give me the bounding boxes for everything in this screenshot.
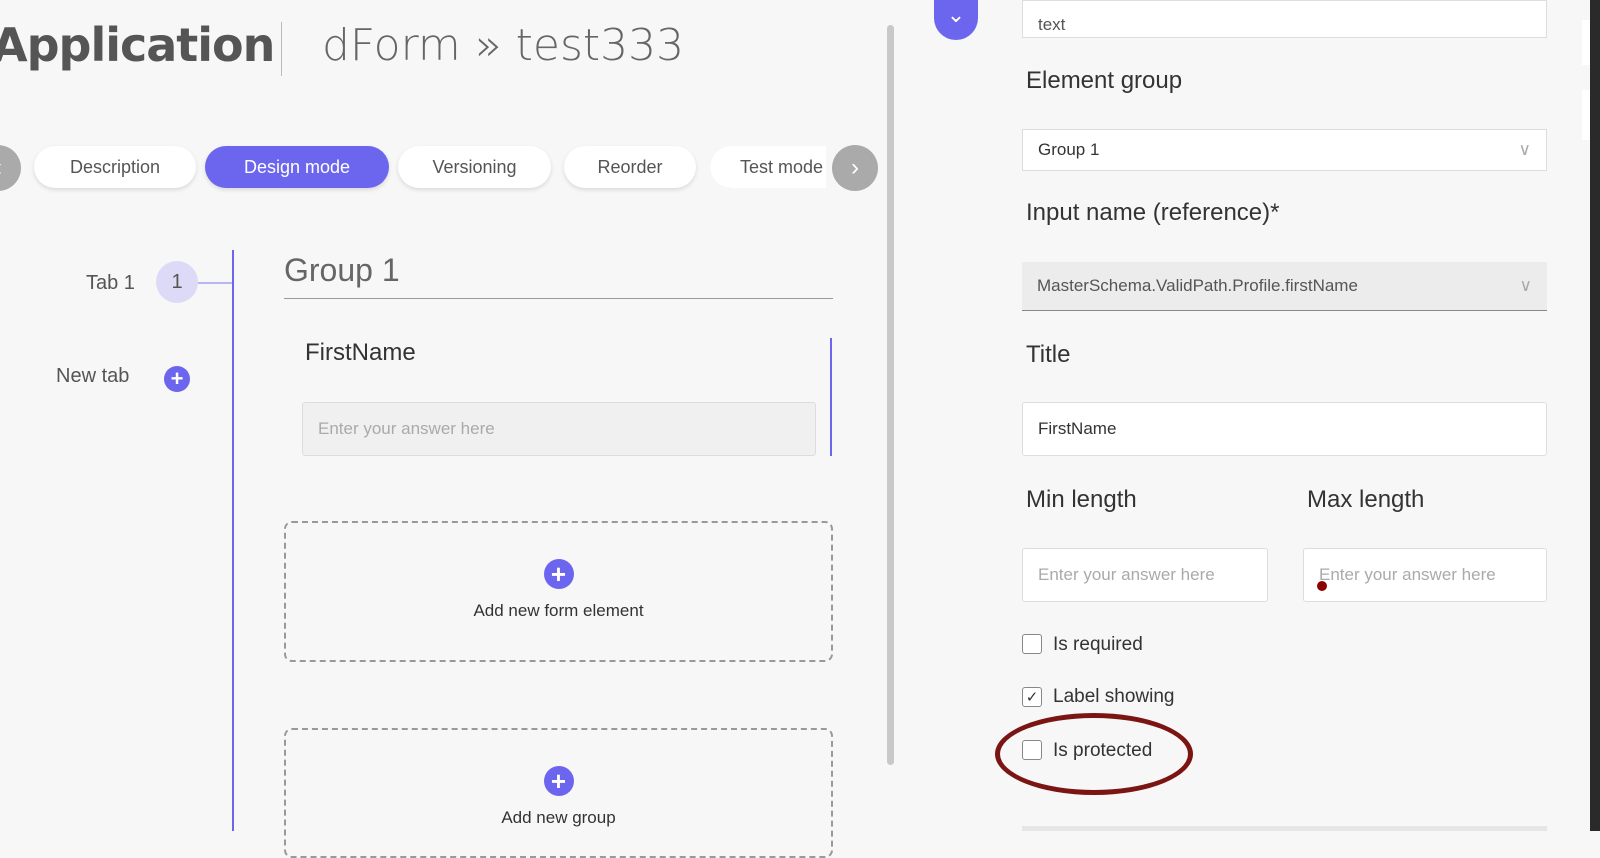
input-name-select[interactable]: MasterSchema.ValidPath.Profile.firstName… [1022,262,1547,311]
label-showing-label: Label showing [1053,686,1175,707]
tab-versioning[interactable]: Versioning [398,146,551,188]
firstname-preview-input[interactable]: Enter your answer here [302,402,816,456]
annotation-dot [1317,581,1327,591]
title-label: Title [1026,341,1071,368]
tab-test-mode[interactable]: Test mode [710,146,826,188]
group-title: Group 1 [284,252,400,288]
placeholder: Enter your answer here [1319,565,1496,584]
breadcrumb: dForm » test333 [322,20,685,71]
chevron-right-icon: › [851,154,859,181]
tabs-prev-button[interactable]: ‹ [0,145,21,191]
checkmark-icon: ✓ [1025,689,1039,706]
plus-icon: + [543,766,574,796]
element-group-label: Element group [1026,67,1183,94]
field-label[interactable]: FirstName [305,339,416,367]
chevron-down-icon: ∨ [1519,276,1532,295]
new-tab-label[interactable]: New tab [56,365,129,388]
annotation-ellipse [995,713,1193,795]
tab-description[interactable]: Description [34,146,196,188]
max-length-label: Max length [1307,486,1425,513]
input-name-label: Input name (reference)* [1026,199,1280,226]
element-group-value: Group 1 [1038,140,1100,159]
group-underline [284,298,833,299]
title-input[interactable]: FirstName [1022,402,1547,456]
is-required-label: Is required [1053,634,1143,655]
min-length-input[interactable]: Enter your answer here [1022,548,1268,602]
tab-design-mode[interactable]: Design mode [205,146,389,188]
add-tab-icon[interactable]: + [164,366,190,392]
type-field[interactable]: text [1022,0,1547,38]
sidebar-tab-label[interactable]: Tab 1 [86,272,135,295]
title-value: FirstName [1038,419,1117,438]
is-required-checkbox[interactable] [1022,634,1042,654]
add-form-element-label: Add new form element [473,601,644,620]
label-showing-checkbox[interactable]: ✓ [1022,687,1042,707]
chevron-down-icon: ∨ [1518,140,1531,159]
tab-number-badge[interactable]: 1 [156,261,198,303]
placeholder: Enter your answer here [1038,565,1215,584]
scrollbar[interactable] [887,25,894,765]
max-length-input[interactable]: Enter your answer here [1303,548,1547,602]
selected-field-indicator [830,338,832,456]
chevron-left-icon: ‹ [0,154,2,182]
min-length-label: Min length [1026,486,1137,513]
tab-test-mode-wrap: Test mode [710,146,826,188]
element-group-select[interactable]: Group 1 ∨ [1022,129,1547,171]
next-field-edge [1022,826,1547,831]
add-form-element-area[interactable]: + Add new form element [284,521,833,662]
header-divider [281,22,282,76]
tabs-next-button[interactable]: › [832,145,878,191]
type-value: text [1038,15,1066,34]
chevron-down-icon: ⌄ [946,2,966,27]
input-name-value: MasterSchema.ValidPath.Profile.firstName [1037,276,1358,295]
plus-icon: + [543,559,574,589]
tab-connector [198,282,232,284]
placeholder: Enter your answer here [318,419,495,438]
collapse-panel-button[interactable]: ⌄ [934,0,978,40]
tab-reorder[interactable]: Reorder [564,146,696,188]
window-edge [1590,0,1600,831]
add-group-area[interactable]: + Add new group [284,728,833,858]
add-group-label: Add new group [501,808,616,827]
app-title: Application [0,18,275,72]
tabs-timeline [232,250,234,831]
